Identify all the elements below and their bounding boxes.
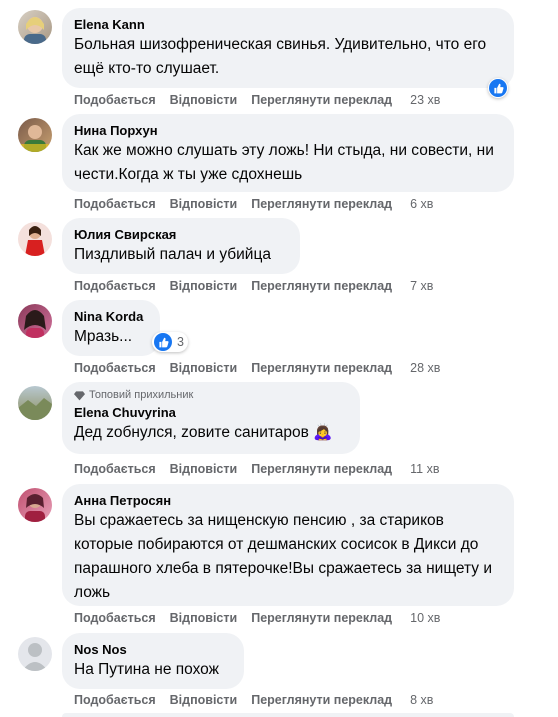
avatar[interactable] bbox=[18, 304, 52, 338]
avatar[interactable] bbox=[18, 386, 52, 420]
comment-bubble: Elena Kann Больная шизофреническая свинь… bbox=[62, 8, 514, 88]
reply-link[interactable]: Відповісти bbox=[170, 693, 238, 707]
translate-link[interactable]: Переглянути переклад bbox=[251, 197, 392, 211]
timestamp[interactable]: 28 хв bbox=[410, 361, 440, 375]
avatar[interactable] bbox=[18, 637, 52, 671]
like-link[interactable]: Подобається bbox=[74, 197, 156, 211]
like-link[interactable]: Подобається bbox=[74, 279, 156, 293]
timestamp[interactable]: 10 хв bbox=[410, 611, 440, 625]
timestamp[interactable]: 11 хв bbox=[410, 462, 439, 476]
like-link[interactable]: Подобається bbox=[74, 693, 156, 707]
timestamp[interactable]: 6 хв bbox=[410, 197, 433, 211]
default-avatar-icon bbox=[22, 643, 48, 671]
avatar[interactable] bbox=[18, 488, 52, 522]
like-link[interactable]: Подобається bbox=[74, 462, 156, 476]
avatar-photo-icon bbox=[24, 17, 46, 44]
comment-actions: Подобається Відповісти Переглянути перекла… bbox=[74, 197, 447, 211]
translate-link[interactable]: Переглянути переклад bbox=[251, 462, 392, 476]
like-link[interactable]: Подобається bbox=[74, 361, 156, 375]
top-fan-badge: Топовий прихильник bbox=[74, 388, 348, 402]
comment-text: Как же можно слушать эту ложь! Ни стыда,… bbox=[74, 142, 494, 183]
reaction-summary[interactable] bbox=[488, 78, 508, 98]
comment-bubble: Юлия Свирская Пиздливый палач и убийца bbox=[62, 218, 300, 274]
comment-actions: Подобається Відповісти Переглянути перекла… bbox=[74, 462, 453, 476]
avatar-photo-icon bbox=[25, 494, 45, 522]
reply-link[interactable]: Відповісти bbox=[170, 279, 238, 293]
comment-bubble: Нина Порхун Как же можно слушать эту лож… bbox=[62, 114, 514, 192]
timestamp[interactable]: 7 хв bbox=[410, 279, 433, 293]
diamond-icon bbox=[74, 390, 85, 400]
comment-actions: Подобається Відповісти Переглянути перекла… bbox=[74, 693, 447, 707]
avatar[interactable] bbox=[18, 222, 52, 256]
comment-author[interactable]: Юлия Свирская bbox=[74, 226, 288, 243]
like-link[interactable]: Подобається bbox=[74, 611, 156, 625]
comment-author[interactable]: Нина Порхун bbox=[74, 122, 502, 139]
reply-link[interactable]: Відповісти bbox=[170, 93, 238, 107]
comment-text: На Путина не похож bbox=[74, 661, 219, 678]
reply-link[interactable]: Відповісти bbox=[170, 462, 238, 476]
comment-author[interactable]: Nina Korda bbox=[74, 308, 148, 325]
emoji: 🙇‍♀️ bbox=[313, 424, 333, 441]
comment-actions: Подобається Відповісти Переглянути перекла… bbox=[74, 93, 454, 107]
comment-text: Пиздливый палач и убийца bbox=[74, 246, 271, 263]
comment-actions: Подобається Відповісти Переглянути перекла… bbox=[74, 361, 454, 375]
timestamp[interactable]: 8 хв bbox=[410, 693, 433, 707]
comment-text: Мразь... bbox=[74, 328, 133, 345]
avatar-photo-icon bbox=[24, 310, 46, 338]
comment-text: Вы сражаетесь за нищенскую пенсию , за с… bbox=[74, 512, 493, 601]
translate-link[interactable]: Переглянути переклад bbox=[251, 693, 392, 707]
comment-author[interactable]: Elena Kann bbox=[74, 16, 502, 33]
comment-text-body: Дед zобнулся, zовите санитаров bbox=[74, 424, 309, 441]
comment-author[interactable]: Nos Nos bbox=[74, 641, 232, 658]
translate-link[interactable]: Переглянути переклад bbox=[251, 93, 392, 107]
avatar-photo-icon bbox=[25, 226, 45, 256]
comment-bubble: Nos Nos На Путина не похож bbox=[62, 633, 244, 689]
like-reaction-icon bbox=[489, 79, 507, 97]
reply-link[interactable]: Відповісти bbox=[170, 197, 238, 211]
translate-link[interactable]: Переглянути переклад bbox=[251, 361, 392, 375]
comment-actions: Подобається Відповісти Переглянути перекла… bbox=[74, 611, 454, 625]
next-comment-bubble bbox=[62, 713, 514, 717]
badge-label: Топовий прихильник bbox=[89, 389, 194, 401]
comment-bubble: Анна Петросян Вы сражаетесь за нищенскую… bbox=[62, 484, 514, 606]
translate-link[interactable]: Переглянути переклад bbox=[251, 279, 392, 293]
avatar-photo-icon bbox=[18, 398, 52, 420]
reply-link[interactable]: Відповісти bbox=[170, 361, 238, 375]
like-reaction-icon bbox=[154, 333, 172, 351]
comment-author[interactable]: Анна Петросян bbox=[74, 492, 502, 509]
like-link[interactable]: Подобається bbox=[74, 93, 156, 107]
comment-bubble: Nina Korda Мразь... bbox=[62, 300, 160, 356]
avatar[interactable] bbox=[18, 10, 52, 44]
comment-bubble: Топовий прихильник Elena Chuvyrina Дед z… bbox=[62, 382, 360, 454]
comment-actions: Подобається Відповісти Переглянути перекла… bbox=[74, 279, 447, 293]
comment-text: Дед zобнулся, zовите санитаров 🙇‍♀️ bbox=[74, 421, 348, 445]
comment-author[interactable]: Elena Chuvyrina bbox=[74, 404, 348, 421]
avatar[interactable] bbox=[18, 118, 52, 152]
comment-text: Больная шизофреническая свинья. Удивител… bbox=[74, 36, 487, 77]
timestamp[interactable]: 23 хв bbox=[410, 93, 440, 107]
reaction-summary[interactable]: 3 bbox=[152, 332, 188, 352]
avatar-photo-icon bbox=[18, 125, 52, 152]
reply-link[interactable]: Відповісти bbox=[170, 611, 238, 625]
reaction-count: 3 bbox=[177, 335, 184, 349]
translate-link[interactable]: Переглянути переклад bbox=[251, 611, 392, 625]
